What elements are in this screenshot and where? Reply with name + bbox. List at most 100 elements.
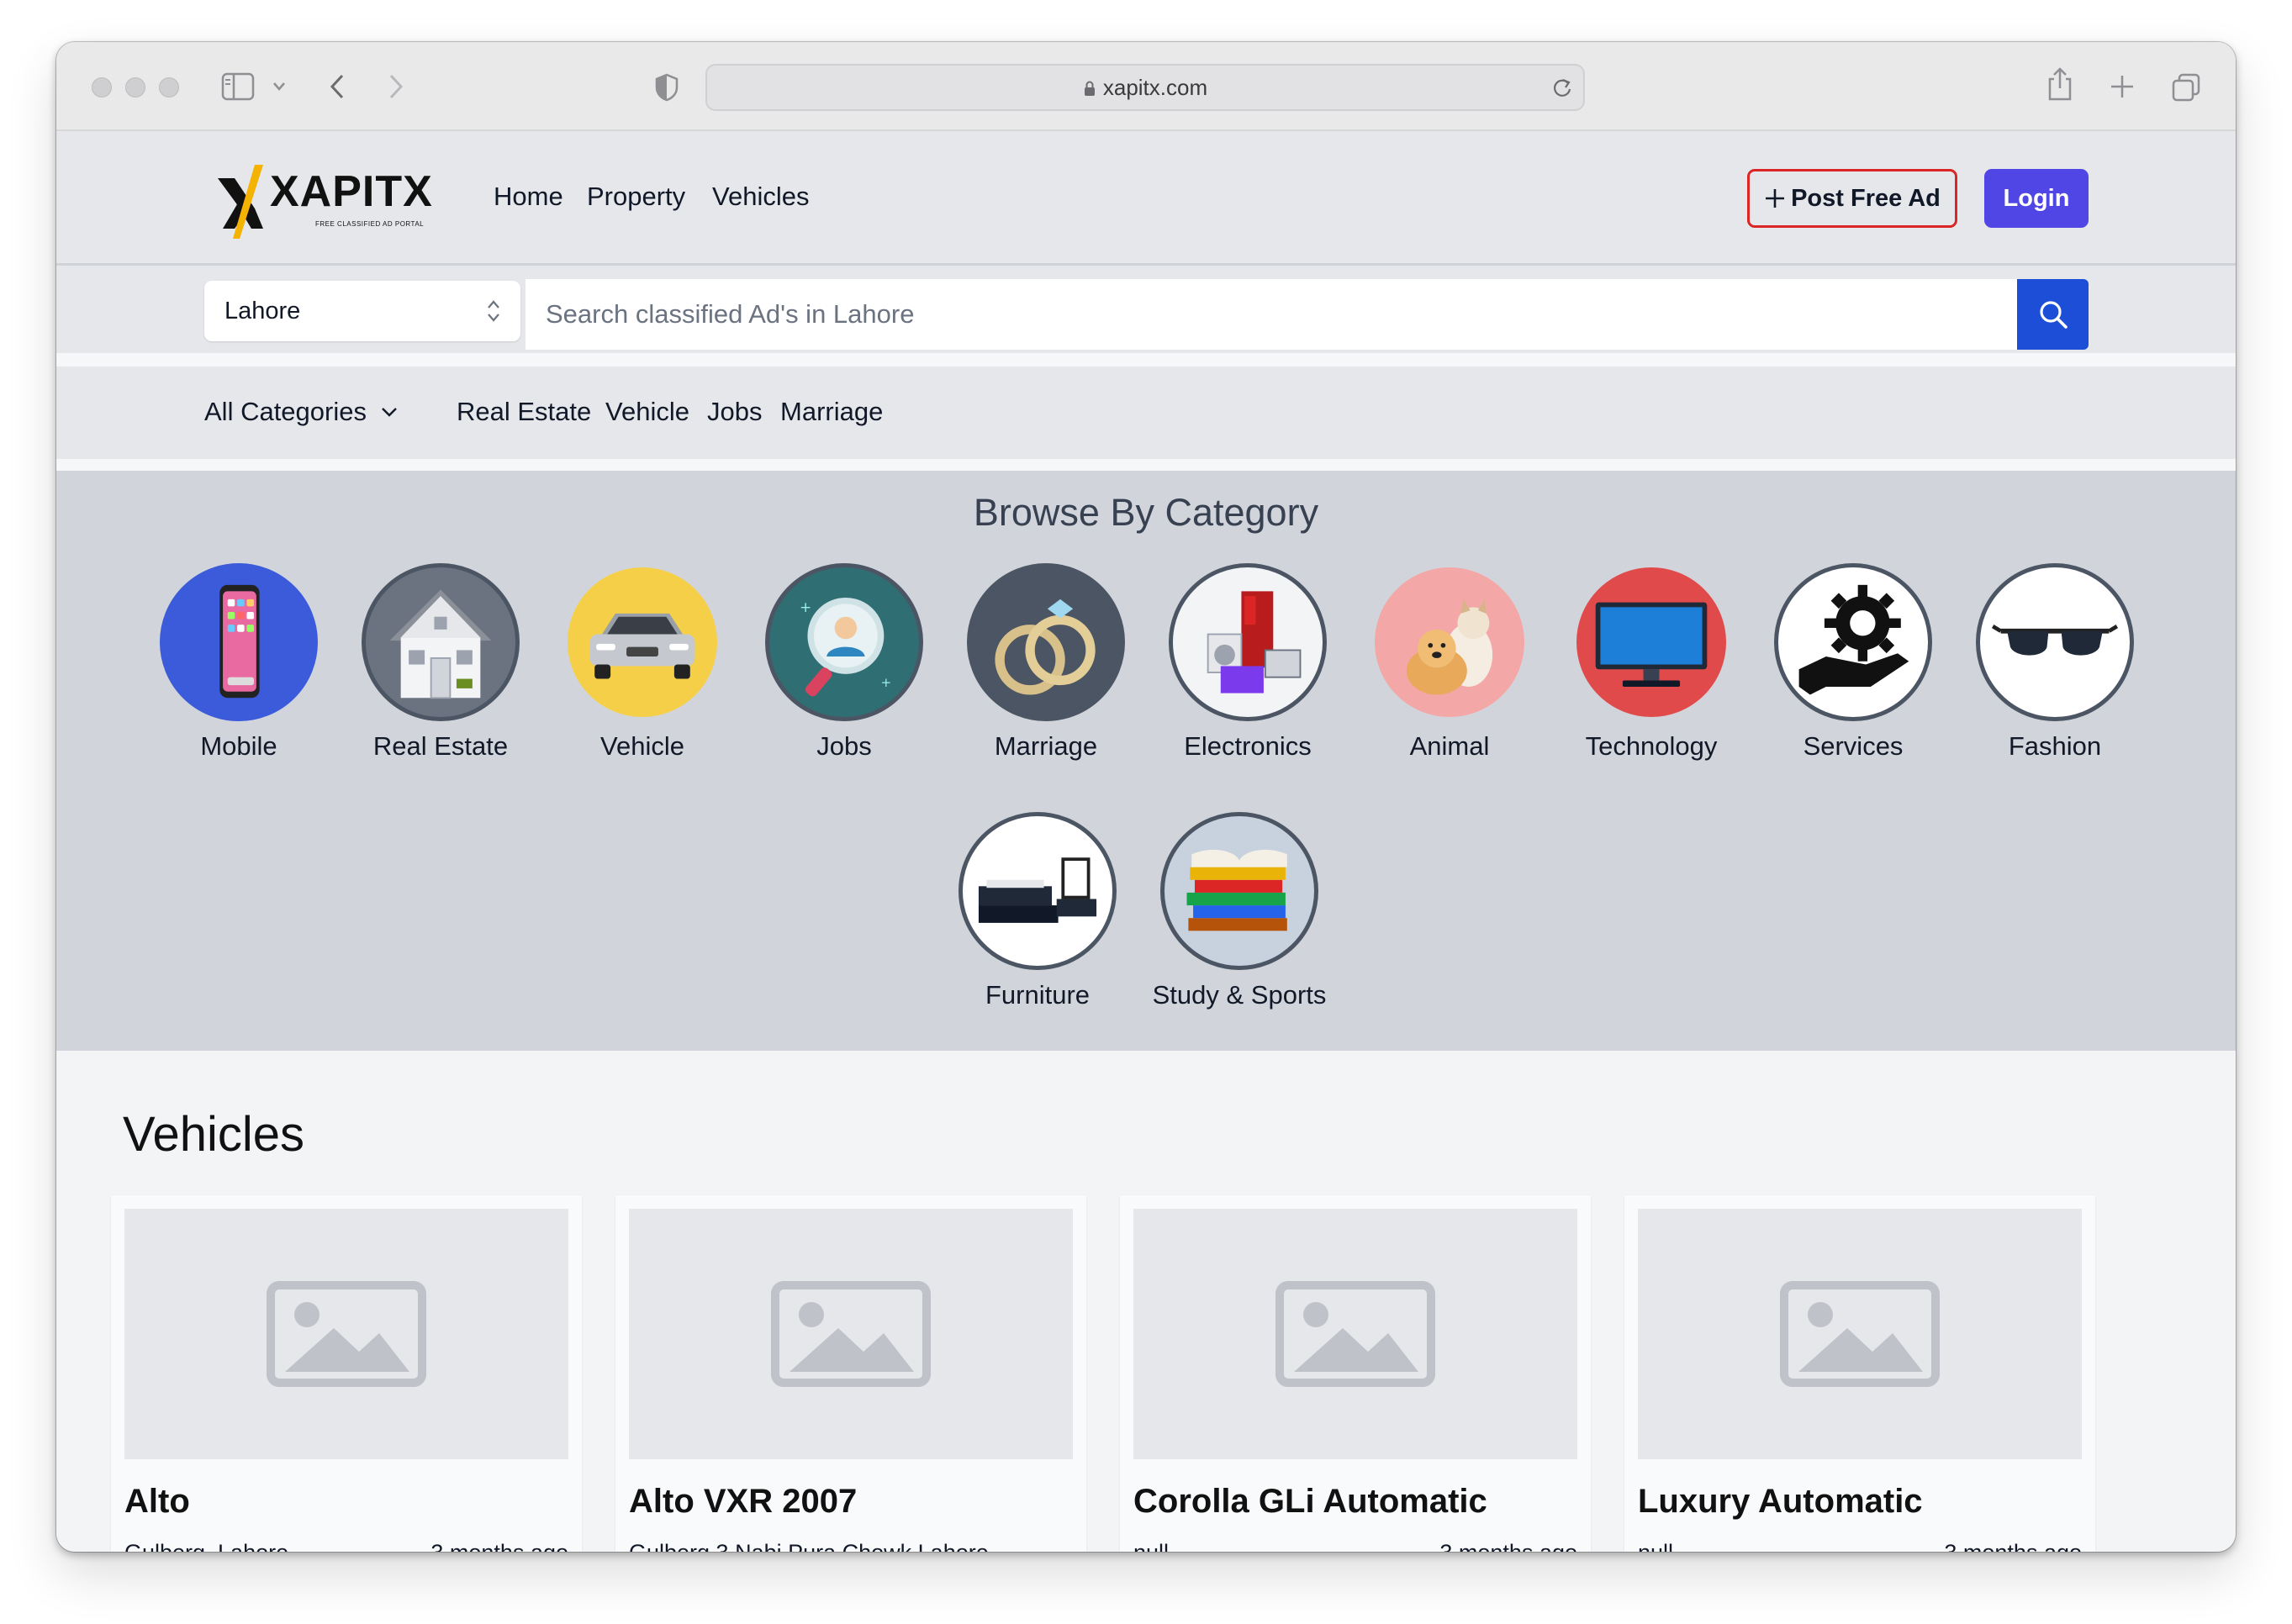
minimize-window-button[interactable] [125, 77, 145, 98]
listing-image-placeholder[interactable] [124, 1209, 568, 1459]
category-real-estate[interactable]: Real Estate [348, 563, 533, 762]
car-icon [589, 613, 695, 679]
privacy-shield-icon[interactable] [653, 72, 680, 103]
books-icon [1186, 849, 1287, 931]
svg-text:+: + [881, 675, 892, 690]
post-free-ad-button[interactable]: Post Free Ad [1747, 169, 1957, 228]
image-placeholder-icon [1780, 1281, 1940, 1387]
city-select-value: Lahore [224, 298, 301, 324]
browse-title: Browse By Category [973, 491, 1319, 534]
logo-wordmark: XAPITX [270, 167, 433, 216]
search-button[interactable] [2017, 279, 2089, 350]
category-label: Vehicle [600, 731, 684, 761]
listing-image-placeholder[interactable] [629, 1209, 1073, 1459]
listing-location: Gulberg, Lahore [124, 1540, 343, 1552]
listing-title[interactable]: Alto [124, 1483, 190, 1521]
category-services[interactable]: Services [1761, 563, 1946, 762]
rings-icon [995, 598, 1096, 695]
search-icon [2039, 301, 2068, 329]
close-window-button[interactable] [92, 77, 112, 98]
category-label: Study & Sports [1152, 980, 1327, 1010]
listing-location: Gulberg 3 Nabi Pura Chowk Lahore [629, 1540, 1066, 1552]
listing-card[interactable]: Corolla GLi Automatic null 3 months ago [1120, 1195, 1591, 1552]
catbar-link-marriage[interactable]: Marriage [780, 397, 883, 427]
lock-icon [1084, 81, 1095, 96]
address-bar[interactable]: xapitx.com [705, 64, 1585, 111]
section-title: Vehicles [123, 1107, 305, 1162]
listing-card[interactable]: Luxury Automatic null 3 months ago [1624, 1195, 2095, 1552]
all-categories-dropdown[interactable]: All Categories [204, 397, 399, 427]
catbar-link-vehicle[interactable]: Vehicle [605, 397, 689, 427]
listing-time: 3 months ago [430, 1540, 568, 1552]
reload-icon[interactable] [1551, 76, 1573, 98]
back-icon[interactable] [327, 72, 347, 101]
new-tab-icon[interactable] [2110, 74, 2135, 99]
category-fashion[interactable]: Fashion [1962, 563, 2147, 762]
catbar-link-real-estate[interactable]: Real Estate [457, 397, 591, 427]
category-label: Furniture [985, 980, 1091, 1010]
vehicles-section: Vehicles Alto Gulberg, Lahore 3 months a… [56, 1051, 2236, 1552]
listing-title[interactable]: Luxury Automatic [1638, 1483, 1923, 1521]
bed-icon [978, 857, 1097, 923]
select-updown-icon [488, 300, 499, 322]
browse-by-category-section: Browse By Category Mobile Real Estate Ve… [56, 471, 2236, 1051]
listing-location: null [1133, 1540, 1352, 1552]
image-placeholder-icon [267, 1281, 426, 1387]
category-jobs[interactable]: + + Jobs [752, 563, 937, 762]
category-label: Mobile [200, 731, 277, 761]
listing-image-placeholder[interactable] [1638, 1209, 2082, 1459]
address-bar-text[interactable]: xapitx.com [707, 66, 1583, 109]
pets-icon [1406, 598, 1493, 695]
category-label: Marriage [994, 731, 1098, 761]
category-marriage[interactable]: Marriage [953, 563, 1138, 762]
logo-tagline: FREE CLASSIFIED AD PORTAL [315, 220, 425, 228]
category-label: Electronics [1184, 731, 1312, 761]
divider [56, 459, 2236, 471]
appliances-icon [1207, 591, 1302, 693]
nav-home[interactable]: Home [494, 182, 563, 212]
share-icon[interactable] [2046, 66, 2074, 103]
category-technology[interactable]: Technology [1559, 563, 1744, 762]
forward-icon[interactable] [386, 72, 406, 101]
house-icon [389, 589, 492, 699]
category-vehicle[interactable]: Vehicle [550, 563, 735, 762]
monitor-icon [1595, 602, 1708, 688]
listing-title[interactable]: Alto VXR 2007 [629, 1483, 857, 1521]
site-logo[interactable]: XAPITX FREE CLASSIFIED AD PORTAL [211, 153, 433, 244]
nav-vehicles[interactable]: Vehicles [712, 182, 809, 212]
category-mobile[interactable]: Mobile [146, 563, 331, 762]
city-select[interactable]: Lahore [204, 281, 520, 341]
tab-overview-icon[interactable] [2171, 72, 2201, 103]
login-button[interactable]: Login [1984, 169, 2089, 228]
search-input[interactable] [525, 279, 2017, 350]
mobile-icon [219, 584, 260, 699]
sunglasses-icon [1991, 625, 2119, 656]
listing-time: 3 months ago [1439, 1540, 1577, 1552]
image-placeholder-icon [771, 1281, 931, 1387]
category-study-sports[interactable]: Study & Sports [1147, 812, 1332, 1010]
site-header: XAPITX FREE CLASSIFIED AD PORTAL Home Pr… [56, 131, 2236, 266]
chevron-down-icon[interactable] [272, 81, 287, 92]
category-furniture[interactable]: Furniture [945, 812, 1130, 1010]
browser-toolbar: xapitx.com [56, 42, 2236, 131]
listing-card[interactable]: Alto VXR 2007 Gulberg 3 Nabi Pura Chowk … [615, 1195, 1086, 1552]
catbar-link-jobs[interactable]: Jobs [707, 397, 762, 427]
sidebar-toggle-icon[interactable] [221, 72, 255, 101]
category-electronics[interactable]: Electronics [1155, 563, 1340, 762]
job-search-icon: + + [800, 597, 892, 697]
listing-time: 3 months ago [1944, 1540, 2082, 1552]
divider [56, 353, 2236, 366]
category-animal[interactable]: Animal [1357, 563, 1542, 762]
nav-property[interactable]: Property [587, 182, 685, 212]
category-label: Animal [1409, 731, 1490, 761]
svg-text:+: + [800, 599, 811, 616]
listing-image-placeholder[interactable] [1133, 1209, 1577, 1459]
zoom-window-button[interactable] [159, 77, 179, 98]
gear-hand-icon [1798, 584, 1909, 695]
category-nav-bar: All Categories Real Estate Vehicle Jobs … [56, 366, 2236, 459]
category-label: Services [1803, 731, 1904, 761]
browser-window: xapitx.com XAPITX FREE CLASSIFIED AD POR… [56, 42, 2236, 1552]
listing-title[interactable]: Corolla GLi Automatic [1133, 1483, 1487, 1521]
listing-card[interactable]: Alto Gulberg, Lahore 3 months ago [111, 1195, 582, 1552]
post-free-ad-label: Post Free Ad [1791, 184, 1941, 212]
